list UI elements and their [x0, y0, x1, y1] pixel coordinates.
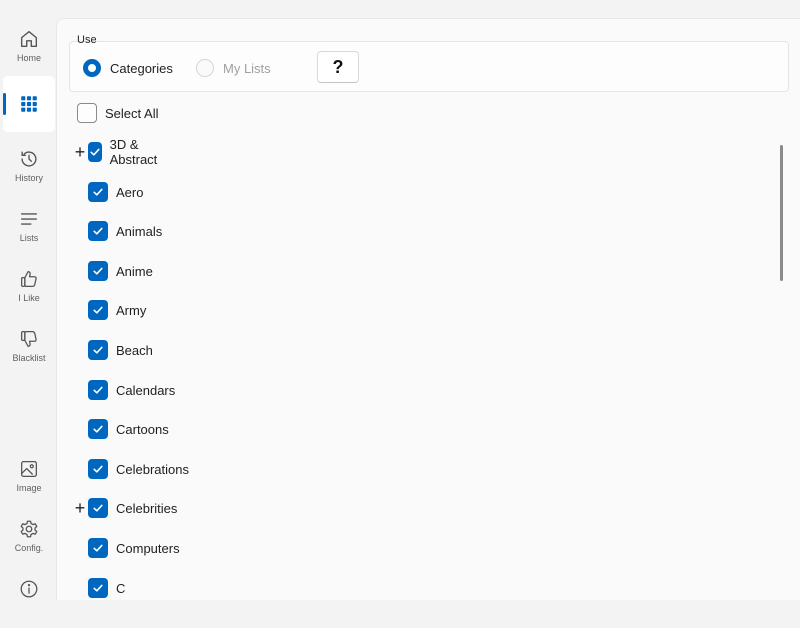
nav-blacklist-label: Blacklist — [12, 353, 46, 363]
info-icon — [20, 580, 38, 598]
list-icon — [20, 213, 38, 225]
select-all-box — [77, 103, 97, 123]
nav-image[interactable]: Image — [3, 452, 55, 508]
category-label: C — [116, 580, 126, 596]
select-all-checkbox[interactable]: Select All — [77, 103, 158, 123]
help-button[interactable]: ? — [317, 51, 359, 83]
nav-lists-label: Lists — [19, 233, 39, 243]
category-item[interactable]: Celebrations — [88, 457, 189, 481]
category-item[interactable]: Celebrities — [88, 496, 177, 520]
radio-my-lists[interactable]: My Lists — [196, 58, 271, 78]
checkmark-icon — [93, 188, 103, 196]
category-item[interactable]: Computers — [88, 536, 180, 560]
checkmark-icon — [93, 306, 103, 314]
category-label: Cartoons — [116, 421, 169, 437]
gear-icon — [20, 520, 38, 538]
radio-categories[interactable]: Categories — [83, 58, 173, 78]
radio-categories-indicator — [83, 59, 101, 77]
category-item[interactable]: Cartoons — [88, 417, 169, 441]
category-checkbox[interactable] — [88, 498, 108, 518]
category-label: Beach — [116, 342, 153, 358]
sidebar: Home History Lists I Like Blacklist Imag… — [0, 0, 56, 600]
nav-config-label: Config. — [14, 543, 44, 553]
category-item[interactable]: C — [88, 576, 125, 600]
category-checkbox[interactable] — [88, 380, 108, 400]
category-checkbox[interactable] — [88, 300, 108, 320]
thumbs-down-icon — [21, 331, 37, 347]
home-icon — [20, 30, 38, 48]
nav-info[interactable] — [3, 572, 55, 628]
scrollbar-thumb[interactable] — [780, 145, 783, 281]
category-checkbox[interactable] — [88, 459, 108, 479]
grid-icon — [21, 96, 37, 112]
category-label: Calendars — [116, 382, 176, 398]
checkmark-icon — [93, 346, 103, 354]
radio-categories-label: Categories — [110, 60, 173, 76]
checkmark-icon — [90, 148, 100, 156]
category-item[interactable]: 3D & Abstract — [88, 137, 164, 167]
checkmark-icon — [93, 227, 103, 235]
category-label: 3D & Abstract — [109, 137, 158, 167]
nav-blacklist[interactable]: Blacklist — [3, 322, 55, 378]
category-item[interactable]: Beach — [88, 338, 153, 362]
nav-home[interactable]: Home — [3, 22, 55, 78]
checkmark-icon — [93, 544, 103, 552]
use-group: Use Categories My Lists ? — [69, 34, 789, 92]
expand-icon[interactable]: + — [74, 140, 86, 164]
radio-my-lists-label: My Lists — [223, 60, 271, 76]
nav-i-like-label: I Like — [18, 293, 40, 303]
category-label: Celebrities — [116, 500, 178, 516]
checkmark-icon — [93, 584, 103, 592]
thumbs-up-icon — [21, 271, 37, 287]
expand-icon[interactable]: + — [74, 496, 86, 520]
category-checkbox[interactable] — [88, 142, 102, 162]
use-group-label: Use — [77, 34, 97, 46]
category-item[interactable]: Calendars — [88, 378, 175, 402]
nav-history-label: History — [14, 173, 43, 183]
category-checkbox[interactable] — [88, 261, 108, 281]
image-icon — [21, 461, 37, 477]
radio-my-lists-indicator — [196, 59, 214, 77]
category-label: Computers — [116, 540, 180, 556]
category-checkbox[interactable] — [88, 340, 108, 360]
nav-lists[interactable]: Lists — [3, 202, 55, 258]
category-label: Animals — [116, 223, 163, 239]
category-checkbox[interactable] — [88, 578, 108, 598]
active-indicator — [3, 93, 6, 115]
history-icon — [21, 151, 37, 167]
nav-config[interactable]: Config. — [3, 512, 55, 568]
category-label: Anime — [116, 263, 153, 279]
nav-history[interactable]: History — [3, 142, 55, 198]
nav-image-label: Image — [16, 483, 42, 493]
nav-home-label: Home — [16, 53, 41, 63]
category-item[interactable]: Anime — [88, 259, 153, 283]
category-label: Aero — [116, 184, 144, 200]
category-checkbox[interactable] — [88, 182, 108, 202]
nav-categories[interactable] — [3, 76, 55, 132]
category-label: Army — [116, 302, 147, 318]
category-checkbox[interactable] — [88, 221, 108, 241]
content-pane: Use Categories My Lists ? Select All +3D… — [56, 18, 800, 600]
select-all-label: Select All — [105, 105, 159, 121]
checkmark-icon — [93, 504, 103, 512]
category-item[interactable]: Army — [88, 298, 146, 322]
category-item[interactable]: Aero — [88, 180, 143, 204]
nav-i-like[interactable]: I Like — [3, 262, 55, 318]
checkmark-icon — [93, 425, 103, 433]
checkmark-icon — [93, 386, 103, 394]
checkmark-icon — [93, 465, 103, 473]
checkmark-icon — [93, 267, 103, 275]
category-item[interactable]: Animals — [88, 219, 162, 243]
category-checkbox[interactable] — [88, 538, 108, 558]
category-label: Celebrations — [116, 461, 189, 477]
category-checkbox[interactable] — [88, 419, 108, 439]
